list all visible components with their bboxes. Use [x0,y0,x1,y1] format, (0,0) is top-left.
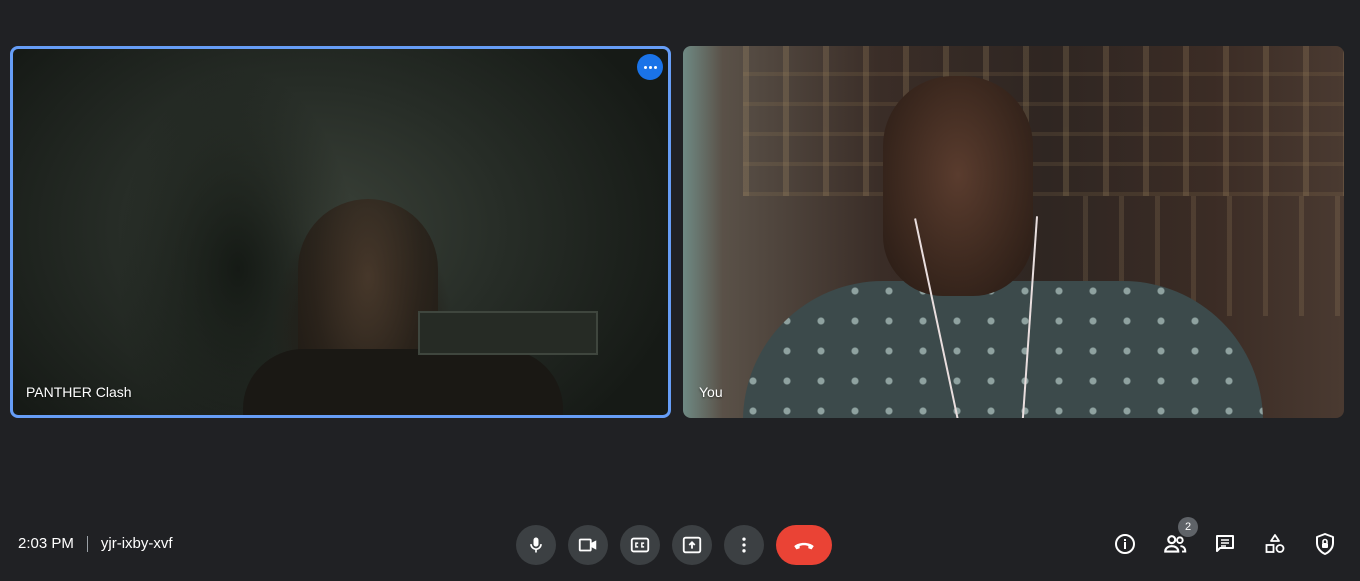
videocam-icon [578,538,597,552]
present-screen-icon [682,536,702,554]
self-name: You [699,384,723,400]
host-controls-button[interactable] [1312,531,1338,557]
captions-button[interactable] [620,525,660,565]
mic-icon [530,537,542,553]
meeting-details-button[interactable] [1112,531,1138,557]
chat-button[interactable] [1212,531,1238,557]
host-controls-icon [1316,533,1334,555]
self-video [883,76,1033,296]
meeting-code[interactable]: yjr-ixby-xvf [101,535,173,552]
call-end-icon [794,542,814,550]
info-icon [1115,534,1135,554]
participant-tile[interactable]: PANTHER Clash [10,46,671,418]
more-options-button[interactable] [724,525,764,565]
more-vert-icon [742,537,746,553]
microphone-button[interactable] [516,525,556,565]
meeting-time: 2:03 PM [18,535,74,552]
divider [86,535,88,552]
meet-window: PANTHER Clash You 2:03 PM yjr-ixby-xvf 2 [0,0,1360,581]
activities-icon [1265,534,1285,553]
present-button[interactable] [672,525,712,565]
curtain-pattern [743,46,1344,196]
activities-button[interactable] [1262,531,1288,557]
call-controls [516,525,832,565]
participant-video-body [243,349,563,415]
closed-captions-icon [630,537,650,553]
meeting-details: 2:03 PM yjr-ixby-xvf [18,535,173,552]
background-shelf [418,311,598,355]
self-video-body [743,281,1263,418]
camera-button[interactable] [568,525,608,565]
participant-name: PANTHER Clash [26,384,132,400]
people-button[interactable]: 2 [1162,517,1198,557]
side-panel-buttons: 2 [1112,517,1338,557]
people-count-badge: 2 [1178,517,1198,537]
self-view-tile[interactable]: You [683,46,1344,418]
more-options-icon[interactable] [637,54,663,80]
leave-call-button[interactable] [776,525,832,565]
chat-icon [1216,535,1234,552]
